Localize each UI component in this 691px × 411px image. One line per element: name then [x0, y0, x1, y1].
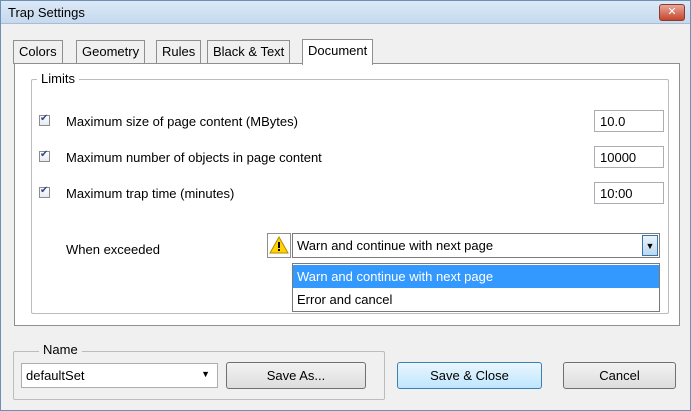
- chevron-down-icon[interactable]: ▼: [201, 369, 210, 379]
- max-size-checkbox[interactable]: [39, 113, 50, 126]
- tab-rules[interactable]: Rules: [156, 40, 202, 64]
- cancel-button[interactable]: Cancel: [563, 362, 676, 389]
- save-close-button[interactable]: Save & Close: [397, 362, 542, 389]
- name-select-value: defaultSet: [26, 368, 85, 383]
- save-as-button[interactable]: Save As...: [226, 362, 366, 389]
- max-time-field[interactable]: 10:00: [594, 182, 664, 204]
- title-bar: Trap Settings ✕: [1, 1, 690, 24]
- tab-document[interactable]: Document: [302, 39, 374, 65]
- name-group-label: Name: [39, 342, 82, 357]
- chevron-down-icon[interactable]: ▼: [642, 235, 658, 256]
- warning-indicator: [267, 233, 291, 258]
- option-warn-continue[interactable]: Warn and continue with next page: [293, 265, 659, 288]
- limits-group-label: Limits: [37, 71, 79, 86]
- max-objects-checkbox[interactable]: [39, 149, 50, 162]
- max-objects-field[interactable]: 10000: [594, 146, 664, 168]
- trap-settings-window: Trap Settings ✕ Colors Geometry Rules Bl…: [0, 0, 691, 411]
- max-time-label: Maximum trap time (minutes): [66, 186, 235, 201]
- warning-icon: [269, 235, 289, 254]
- window-title: Trap Settings: [8, 5, 85, 20]
- max-size-label: Maximum size of page content (MBytes): [66, 114, 298, 129]
- when-exceeded-dropdown: Warn and continue with next page Error a…: [292, 263, 660, 312]
- close-button[interactable]: ✕: [659, 4, 685, 21]
- max-time-checkbox[interactable]: [39, 185, 50, 198]
- when-exceeded-label: When exceeded: [66, 242, 160, 257]
- option-error-cancel[interactable]: Error and cancel: [293, 288, 659, 311]
- when-exceeded-selected: Warn and continue with next page: [297, 238, 494, 253]
- tab-colors[interactable]: Colors: [13, 40, 63, 64]
- when-exceeded-select[interactable]: Warn and continue with next page ▼: [292, 233, 660, 258]
- name-select[interactable]: defaultSet ▼: [21, 363, 218, 388]
- tab-black-text[interactable]: Black & Text: [207, 40, 291, 64]
- max-objects-label: Maximum number of objects in page conten…: [66, 150, 322, 165]
- max-size-field[interactable]: 10.0: [594, 110, 664, 132]
- tab-geometry[interactable]: Geometry: [76, 40, 146, 64]
